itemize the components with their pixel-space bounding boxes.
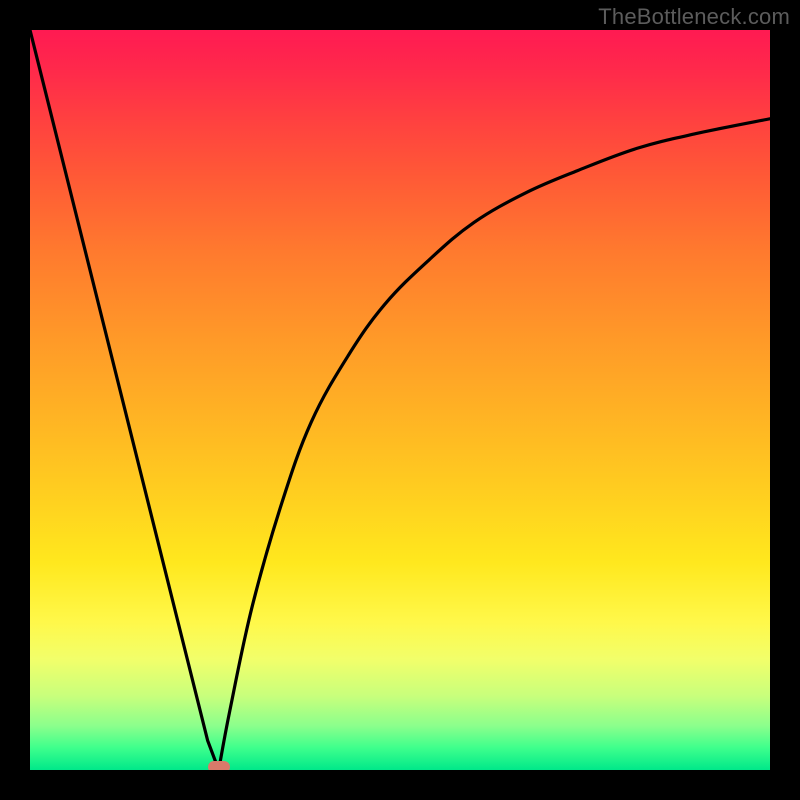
curve-svg [30, 30, 770, 770]
chart-frame: TheBottleneck.com [0, 0, 800, 800]
watermark-text: TheBottleneck.com [598, 4, 790, 30]
min-marker [208, 761, 230, 770]
curve-path [30, 30, 770, 770]
plot-area [30, 30, 770, 770]
